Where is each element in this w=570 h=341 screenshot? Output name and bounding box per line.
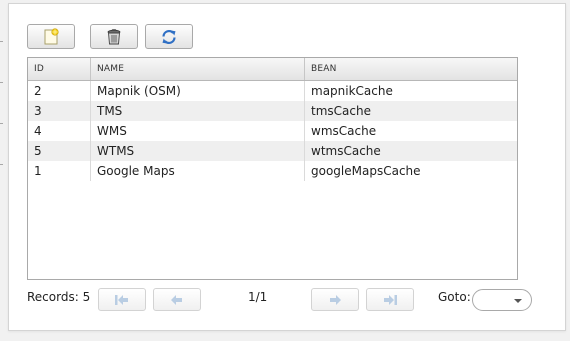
cell-bean: mapnikCache: [311, 84, 393, 98]
cell-id: 1: [28, 161, 91, 181]
left-edge-marks: [0, 0, 8, 341]
cell-id: 5: [28, 141, 91, 161]
cell-name: TMS: [91, 101, 305, 121]
table-row[interactable]: 5 WTMS wtmsCache: [28, 141, 517, 161]
goto-page-select[interactable]: [472, 289, 532, 311]
table-row[interactable]: 3 TMS tmsCache: [28, 101, 517, 121]
cell-name: Google Maps: [91, 161, 305, 181]
records-count: Records: 5: [27, 290, 91, 304]
table-row[interactable]: 2 Mapnik (OSM) mapnikCache: [28, 81, 517, 101]
last-page-icon: [384, 294, 397, 305]
cell-bean: tmsCache: [311, 104, 371, 118]
cell-id: 3: [28, 101, 91, 121]
goto-label: Goto:: [438, 290, 471, 304]
cell-id: 2: [28, 81, 91, 101]
previous-page-button[interactable]: [153, 288, 201, 311]
page-indicator: 1/1: [248, 290, 268, 304]
column-header-bean[interactable]: BEAN: [305, 58, 517, 80]
first-page-icon: [115, 294, 128, 305]
refresh-button[interactable]: [145, 24, 193, 49]
chevron-down-icon: [514, 299, 522, 303]
cell-name: Mapnik (OSM): [91, 81, 305, 101]
table-row[interactable]: 1 Google Maps googleMapsCache: [28, 161, 517, 181]
delete-button[interactable]: [90, 24, 138, 49]
cell-name: WMS: [91, 121, 305, 141]
previous-page-icon: [171, 294, 182, 305]
cell-bean: googleMapsCache: [311, 164, 421, 178]
first-page-button[interactable]: [98, 288, 146, 311]
cache-list-panel: ID NAME BEAN 2 Mapnik (OSM) mapnikCache …: [8, 3, 566, 331]
trash-can-icon: [107, 28, 121, 44]
new-button[interactable]: [27, 24, 75, 49]
pager: Records: 5 1/1 Goto:: [9, 284, 567, 314]
next-page-button[interactable]: [311, 288, 359, 311]
cell-bean: wtmsCache: [311, 144, 381, 158]
new-document-icon: [44, 27, 59, 44]
cell-id: 4: [28, 121, 91, 141]
table-header: ID NAME BEAN: [28, 58, 517, 81]
last-page-button[interactable]: [366, 288, 414, 311]
cell-bean: wmsCache: [311, 124, 377, 138]
cell-name: WTMS: [91, 141, 305, 161]
refresh-icon: [162, 29, 176, 44]
next-page-icon: [330, 294, 341, 305]
column-header-name[interactable]: NAME: [91, 58, 305, 80]
column-header-id[interactable]: ID: [28, 58, 91, 80]
table-row[interactable]: 4 WMS wmsCache: [28, 121, 517, 141]
cache-table: ID NAME BEAN 2 Mapnik (OSM) mapnikCache …: [27, 57, 518, 280]
